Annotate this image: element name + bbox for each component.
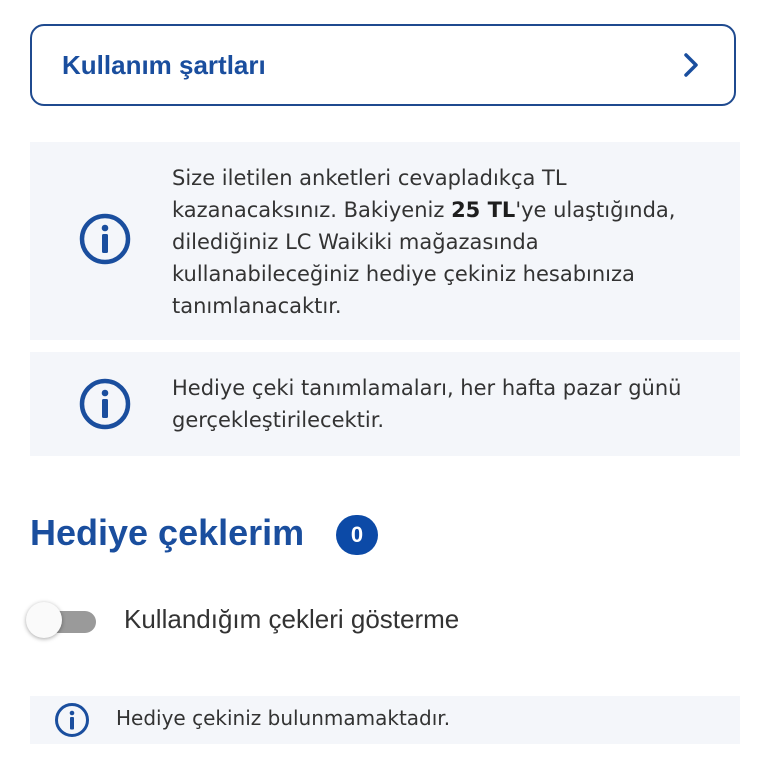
- info-icon: [78, 212, 132, 266]
- survey-info-box: Size iletilen anketleri cevapladıkça TL …: [30, 142, 740, 340]
- gift-cards-title: Hediye çeklerim: [30, 512, 305, 553]
- gift-cards-count-badge: 0: [336, 515, 378, 555]
- hide-used-cards-toggle[interactable]: [26, 602, 98, 640]
- toggle-knob: [26, 602, 62, 638]
- terms-of-use-row[interactable]: Kullanım şartları: [30, 24, 736, 106]
- schedule-info-box: Hediye çeki tanımlamaları, her hafta paz…: [30, 352, 740, 456]
- info-icon: [78, 377, 132, 431]
- chevron-right-icon: [682, 50, 704, 80]
- terms-of-use-label: Kullanım şartları: [62, 49, 266, 80]
- schedule-info-text: Hediye çeki tanımlamaları, her hafta paz…: [172, 376, 682, 432]
- empty-state-box: Hediye çekiniz bulunmamaktadır.: [30, 696, 740, 744]
- survey-info-text: Size iletilen anketleri cevapladıkça TL …: [172, 162, 704, 322]
- balance-threshold: 25 TL: [451, 198, 516, 222]
- info-icon: [54, 702, 90, 738]
- empty-state-text: Hediye çekiniz bulunmamaktadır.: [116, 706, 451, 730]
- hide-used-cards-label: Kullandığım çekleri gösterme: [124, 604, 460, 634]
